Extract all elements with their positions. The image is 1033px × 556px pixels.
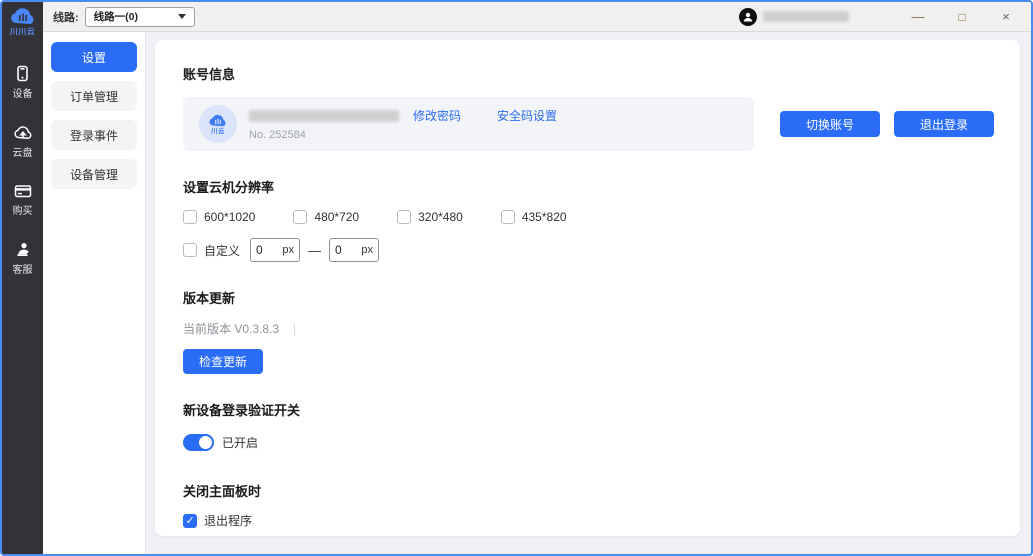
app-logo: 川川云 bbox=[2, 2, 43, 41]
device-icon bbox=[14, 65, 31, 82]
minimize-button[interactable]: — bbox=[903, 6, 933, 28]
close-panel-section-title: 关闭主面板时 bbox=[183, 481, 996, 500]
checkbox[interactable] bbox=[501, 210, 515, 224]
tab-device-management[interactable]: 设备管理 bbox=[51, 159, 137, 189]
resolution-option-600x1020[interactable]: 600*1020 bbox=[183, 210, 255, 224]
security-code-link[interactable]: 安全码设置 bbox=[497, 107, 557, 124]
close-option-exit[interactable]: 退出程序 bbox=[183, 512, 958, 529]
resolution-option-435x820[interactable]: 435*820 bbox=[501, 210, 567, 224]
person-icon bbox=[742, 11, 754, 23]
cloud-upload-icon bbox=[14, 124, 32, 141]
checkbox[interactable] bbox=[293, 210, 307, 224]
logout-button[interactable]: 退出登录 bbox=[894, 111, 994, 137]
sidebar-item-support[interactable]: 客服 bbox=[13, 241, 33, 276]
credit-card-icon bbox=[14, 183, 32, 199]
resolution-option-480x720[interactable]: 480*720 bbox=[293, 210, 359, 224]
app-window: 川川云 设备 云盘 bbox=[0, 0, 1033, 556]
toggle-knob bbox=[199, 436, 212, 449]
tab-order-management[interactable]: 订单管理 bbox=[51, 81, 137, 111]
sidebar-item-label: 云盘 bbox=[13, 144, 33, 159]
main-content: 账号信息 川云 bbox=[146, 32, 1031, 554]
width-unit: px bbox=[282, 244, 294, 256]
change-password-link[interactable]: 修改密码 bbox=[413, 107, 461, 124]
range-separator: — bbox=[308, 243, 321, 258]
account-card: 川云 修改密码 安全码设置 No. 252584 bbox=[183, 97, 754, 151]
checkbox-label: 自定义 bbox=[204, 242, 240, 259]
account-avatar: 川云 bbox=[199, 105, 237, 143]
custom-width-field[interactable]: px bbox=[250, 238, 300, 262]
checkbox-label: 退出程序 bbox=[204, 512, 252, 529]
height-unit: px bbox=[361, 244, 373, 256]
maximize-button[interactable]: □ bbox=[947, 6, 977, 28]
checkbox-label: 320*480 bbox=[418, 210, 463, 224]
version-section-title: 版本更新 bbox=[183, 288, 996, 307]
custom-height-field[interactable]: px bbox=[329, 238, 379, 262]
sidebar-item-cloud-disk[interactable]: 云盘 bbox=[13, 124, 33, 159]
sidebar-item-label: 设备 bbox=[13, 85, 33, 100]
settings-panel: 账号信息 川云 bbox=[155, 40, 1020, 536]
checkbox-label: 480*720 bbox=[314, 210, 359, 224]
user-avatar[interactable] bbox=[739, 8, 757, 26]
checkbox[interactable] bbox=[183, 514, 197, 528]
brand-cloud-icon bbox=[10, 7, 36, 25]
sidebar-item-buy[interactable]: 购买 bbox=[13, 183, 33, 217]
current-version: 当前版本 V0.3.8.3 bbox=[183, 320, 279, 337]
brand-name: 川川云 bbox=[10, 26, 36, 37]
version-divider: | bbox=[293, 322, 296, 336]
checkbox-label: 600*1020 bbox=[204, 210, 255, 224]
checkbox[interactable] bbox=[183, 243, 197, 257]
route-select[interactable]: 线路一(0) bbox=[85, 7, 195, 27]
route-label: 线路: bbox=[53, 9, 79, 25]
route-select-value: 线路一(0) bbox=[94, 9, 178, 24]
avatar-text: 川云 bbox=[211, 125, 225, 135]
resolution-options-row: 600*1020 480*720 320*480 bbox=[183, 210, 996, 224]
toggle-status-label: 已开启 bbox=[222, 434, 258, 451]
resolution-section-title: 设置云机分辨率 bbox=[183, 177, 996, 196]
custom-width-input[interactable] bbox=[256, 243, 278, 257]
custom-resolution-option[interactable]: 自定义 bbox=[183, 242, 240, 259]
settings-sidebar: 设置 订单管理 登录事件 设备管理 bbox=[43, 32, 146, 554]
sidebar-item-devices[interactable]: 设备 bbox=[13, 65, 33, 100]
account-row: 川云 修改密码 安全码设置 No. 252584 bbox=[183, 97, 996, 151]
tab-settings[interactable]: 设置 bbox=[51, 42, 137, 72]
sidebar-item-label: 购买 bbox=[13, 202, 33, 217]
primary-sidebar: 川川云 设备 云盘 bbox=[2, 2, 43, 554]
username-redacted bbox=[763, 11, 849, 22]
account-name-redacted bbox=[249, 110, 399, 122]
check-update-button[interactable]: 检查更新 bbox=[183, 349, 263, 374]
tab-login-events[interactable]: 登录事件 bbox=[51, 120, 137, 150]
custom-height-input[interactable] bbox=[335, 243, 357, 257]
sidebar-item-label: 客服 bbox=[13, 261, 33, 276]
checkbox[interactable] bbox=[397, 210, 411, 224]
checkbox[interactable] bbox=[183, 210, 197, 224]
account-number: No. 252584 bbox=[249, 129, 557, 141]
new-device-section-title: 新设备登录验证开关 bbox=[183, 400, 996, 419]
checkbox-label: 435*820 bbox=[522, 210, 567, 224]
switch-account-button[interactable]: 切换账号 bbox=[780, 111, 880, 137]
support-icon bbox=[14, 241, 31, 258]
account-section-title: 账号信息 bbox=[183, 64, 996, 83]
resolution-option-320x480[interactable]: 320*480 bbox=[397, 210, 463, 224]
custom-resolution-row: 自定义 px — px bbox=[183, 238, 996, 262]
new-device-toggle[interactable] bbox=[183, 434, 214, 451]
chevron-down-icon bbox=[178, 14, 186, 19]
title-bar: 线路: 线路一(0) — □ × bbox=[43, 2, 1031, 32]
close-button[interactable]: × bbox=[991, 6, 1021, 28]
